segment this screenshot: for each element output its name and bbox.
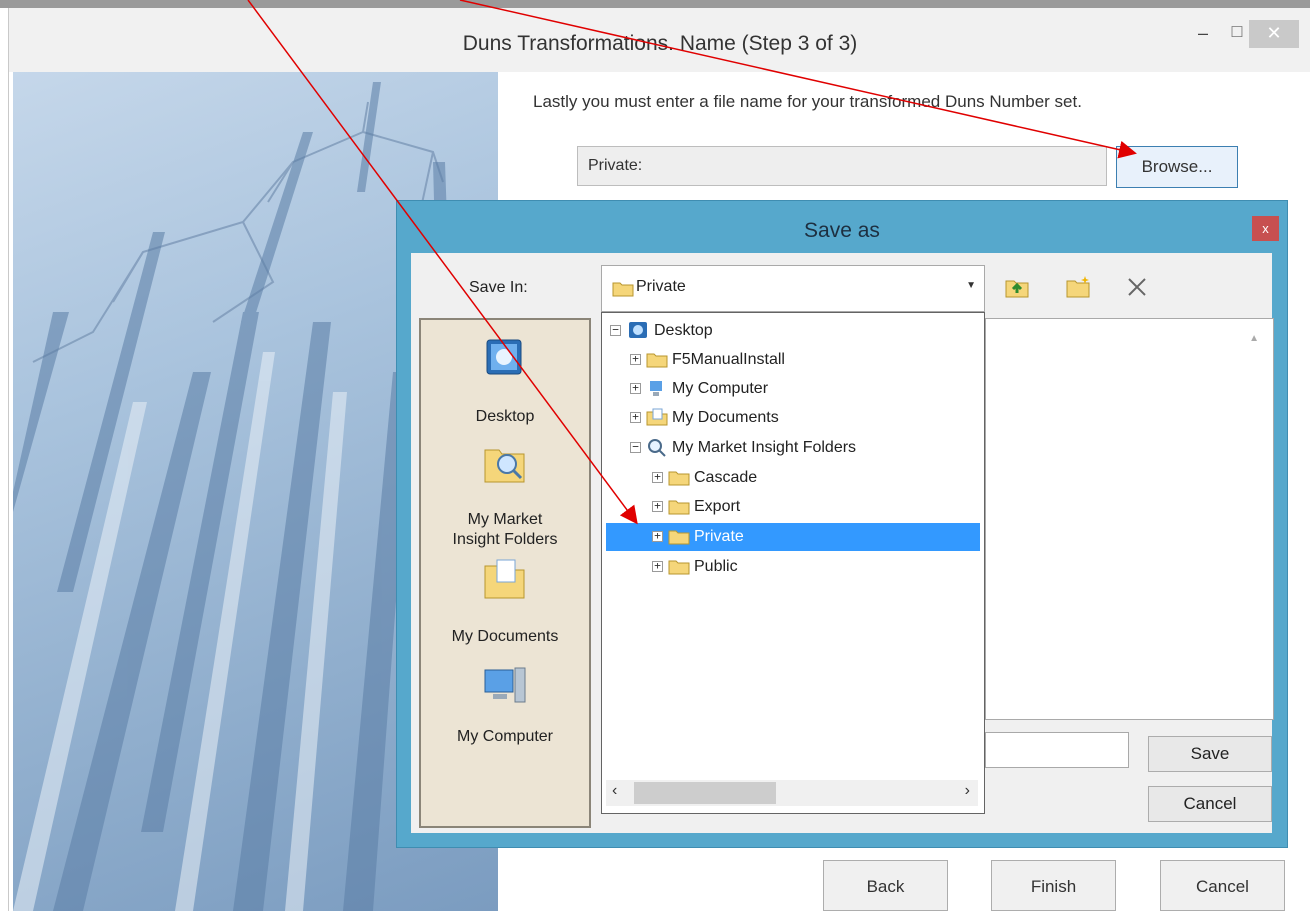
folder-icon — [668, 530, 690, 545]
tree-item-label: My Market Insight Folders — [672, 439, 857, 456]
tree-item-my-computer[interactable]: + My Computer — [630, 375, 980, 403]
maximize-button[interactable]: ☐ — [1225, 20, 1249, 48]
finish-button[interactable]: Finish — [991, 860, 1116, 911]
collapse-icon[interactable]: − — [630, 441, 641, 453]
computer-icon — [484, 667, 526, 703]
expand-icon[interactable]: + — [652, 500, 663, 512]
documents-icon — [484, 559, 525, 599]
scroll-left-icon[interactable]: ‹ — [612, 782, 617, 800]
wizard-title: Duns Transformations. Name (Step 3 of 3) — [462, 32, 858, 55]
chevron-down-icon[interactable]: ▼ — [966, 280, 976, 291]
minimize-button[interactable]: – — [1191, 20, 1215, 48]
places-documents-label: My Documents — [451, 628, 559, 645]
tree-item-label: Cascade — [694, 469, 758, 486]
expand-icon[interactable]: + — [652, 560, 663, 572]
wizard-titlebar: Duns Transformations. Name (Step 3 of 3)… — [9, 8, 1310, 72]
tree-item-label: Desktop — [654, 322, 713, 339]
tree-item-label: Public — [694, 558, 738, 575]
tree-item-export[interactable]: + Export — [652, 493, 980, 521]
dialog-title: Save as — [804, 219, 880, 242]
save-in-combo[interactable]: Private ▼ — [601, 265, 985, 312]
save-in-label: Save In: — [469, 279, 528, 296]
file-name-input[interactable] — [985, 732, 1129, 768]
file-list[interactable]: ▲ — [985, 318, 1274, 720]
browse-button[interactable]: Browse... — [1116, 146, 1238, 188]
desktop-icon — [486, 339, 522, 375]
expand-icon[interactable]: + — [652, 471, 663, 483]
tree-item-private[interactable]: + Private — [606, 523, 980, 551]
file-path-field[interactable]: Private: — [577, 146, 1107, 186]
delete-icon[interactable] — [1124, 275, 1150, 299]
folder-icon — [612, 282, 634, 297]
save-in-dropdown-tree: − Desktop + F5ManualInstall + My Compute… — [601, 312, 985, 814]
folder-icon — [668, 560, 690, 575]
folder-icon — [668, 500, 690, 515]
tree-item-label: My Documents — [672, 409, 779, 426]
close-button[interactable]: ✕ — [1249, 20, 1299, 48]
save-in-value: Private — [636, 278, 686, 295]
folder-up-icon[interactable] — [1004, 275, 1030, 299]
places-market-insight-label: My Market Insight Folders — [452, 511, 558, 548]
expand-icon[interactable]: + — [652, 530, 663, 542]
places-computer-label: My Computer — [456, 728, 554, 745]
screen-top-band — [0, 0, 1310, 8]
tree-item-public[interactable]: + Public — [652, 553, 980, 581]
computer-icon — [650, 381, 662, 396]
wizard-cancel-button[interactable]: Cancel — [1160, 860, 1285, 911]
tree-item-desktop[interactable]: − Desktop — [610, 317, 980, 345]
dialog-close-button[interactable]: x — [1252, 216, 1279, 241]
back-button[interactable]: Back — [823, 860, 948, 911]
scroll-thumb[interactable] — [634, 782, 776, 804]
expand-icon[interactable]: + — [630, 353, 641, 365]
tree-item-label: Private — [694, 528, 744, 545]
dialog-save-button[interactable]: Save — [1148, 736, 1272, 772]
market-insight-icon — [484, 449, 525, 483]
desktop-globe-icon — [629, 322, 647, 338]
documents-icon — [646, 408, 668, 426]
magnifier-icon — [648, 439, 666, 457]
tree-item-my-documents[interactable]: + My Documents — [630, 404, 980, 432]
expand-icon[interactable]: + — [630, 382, 641, 394]
scroll-up-icon[interactable]: ▲ — [1249, 333, 1259, 344]
places-bar: Desktop My Market Insight Folders My Doc… — [419, 318, 591, 828]
tree-item-label: Export — [694, 498, 741, 515]
places-desktop-label: Desktop — [475, 408, 535, 425]
scroll-right-icon[interactable]: › — [965, 782, 970, 800]
collapse-icon[interactable]: − — [610, 324, 621, 336]
dialog-cancel-button[interactable]: Cancel — [1148, 786, 1272, 822]
tree-horizontal-scrollbar[interactable]: ‹ › — [606, 780, 978, 806]
wizard-description: Lastly you must enter a file name for yo… — [533, 92, 1082, 111]
new-folder-icon[interactable] — [1065, 275, 1091, 299]
tree-item-cascade[interactable]: + Cascade — [652, 464, 980, 492]
tree-item-label: My Computer — [672, 380, 769, 397]
expand-icon[interactable]: + — [630, 411, 641, 423]
tree-item-label: F5ManualInstall — [672, 351, 785, 368]
folder-icon — [668, 471, 690, 486]
tree-item-my-market-insight-folders[interactable]: − My Market Insight Folders — [630, 434, 980, 462]
tree-item-f5manualinstall[interactable]: + F5ManualInstall — [630, 346, 980, 374]
folder-icon — [646, 353, 668, 368]
